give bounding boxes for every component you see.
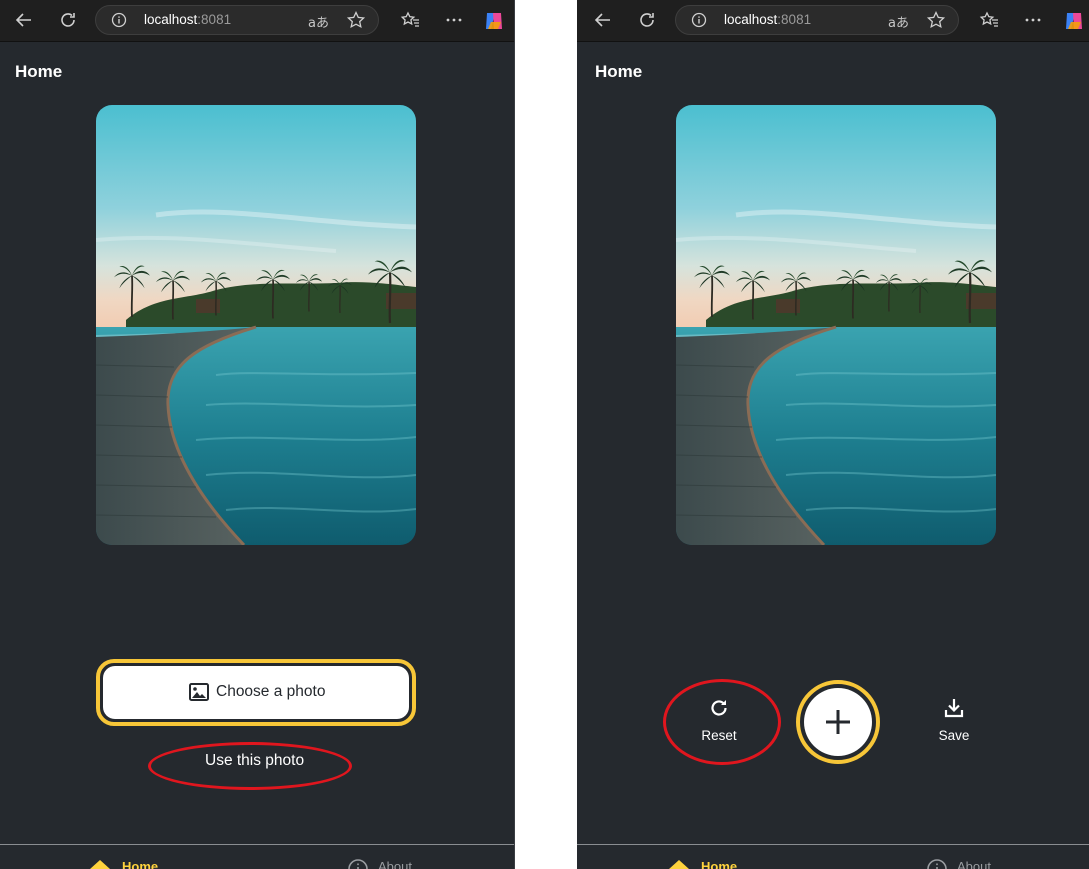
- favorites-icon[interactable]: [977, 8, 1001, 32]
- save-label: Save: [938, 728, 970, 743]
- home-icon[interactable]: [667, 857, 691, 869]
- refresh-icon[interactable]: [56, 8, 80, 32]
- preview-photo: [96, 105, 416, 545]
- back-arrow-icon[interactable]: [591, 8, 615, 32]
- back-arrow-icon[interactable]: [12, 8, 36, 32]
- tab-about[interactable]: About: [957, 859, 991, 869]
- choose-photo-button[interactable]: Choose a photo: [103, 666, 409, 719]
- tab-bar: Home About: [577, 844, 1089, 869]
- tab-bar: Home About: [0, 844, 514, 869]
- use-this-photo-button[interactable]: Use this photo: [205, 752, 304, 770]
- info-icon[interactable]: [346, 857, 370, 869]
- choose-photo-button-outline: Choose a photo: [96, 659, 416, 726]
- address-bar[interactable]: localhost:8081 aあ: [675, 5, 959, 35]
- reset-label: Reset: [701, 728, 737, 743]
- star-icon[interactable]: [346, 10, 366, 30]
- download-icon: [944, 699, 964, 718]
- info-icon[interactable]: [691, 12, 707, 28]
- left-browser-window: localhost:8081 aあ Home Choose a photo Us…: [0, 0, 515, 869]
- more-icon[interactable]: [442, 8, 466, 32]
- page-title: Home: [15, 62, 63, 81]
- copilot-icon[interactable]: [1063, 10, 1085, 32]
- copilot-icon[interactable]: [483, 10, 505, 32]
- choose-photo-label: Choose a photo: [216, 683, 326, 700]
- tab-about[interactable]: About: [378, 859, 412, 869]
- read-aloud-button[interactable]: aあ: [308, 12, 329, 31]
- add-button-outline: [796, 680, 880, 764]
- refresh-icon[interactable]: [635, 8, 659, 32]
- more-icon[interactable]: [1021, 8, 1045, 32]
- star-icon[interactable]: [926, 10, 946, 30]
- refresh-icon: [711, 700, 727, 716]
- browser-toolbar: localhost:8081 aあ: [577, 0, 1089, 42]
- preview-photo: [676, 105, 996, 545]
- reset-button[interactable]: Reset: [674, 696, 764, 743]
- url-text: localhost:8081: [144, 12, 232, 27]
- tab-home[interactable]: Home: [701, 859, 737, 869]
- address-bar[interactable]: localhost:8081 aあ: [95, 5, 379, 35]
- info-icon[interactable]: [925, 857, 949, 869]
- url-text: localhost:8081: [724, 12, 812, 27]
- home-icon[interactable]: [88, 857, 112, 869]
- tab-home[interactable]: Home: [122, 859, 158, 869]
- info-icon[interactable]: [111, 12, 127, 28]
- right-browser-window: localhost:8081 aあ Home Reset Save Home A…: [577, 0, 1089, 869]
- read-aloud-button[interactable]: aあ: [888, 12, 909, 31]
- browser-toolbar: localhost:8081 aあ: [0, 0, 514, 42]
- favorites-icon[interactable]: [398, 8, 422, 32]
- plus-icon: [826, 710, 850, 734]
- add-button[interactable]: [804, 688, 872, 756]
- save-button[interactable]: Save: [909, 696, 999, 743]
- page-title: Home: [595, 62, 643, 81]
- image-icon: [189, 683, 209, 701]
